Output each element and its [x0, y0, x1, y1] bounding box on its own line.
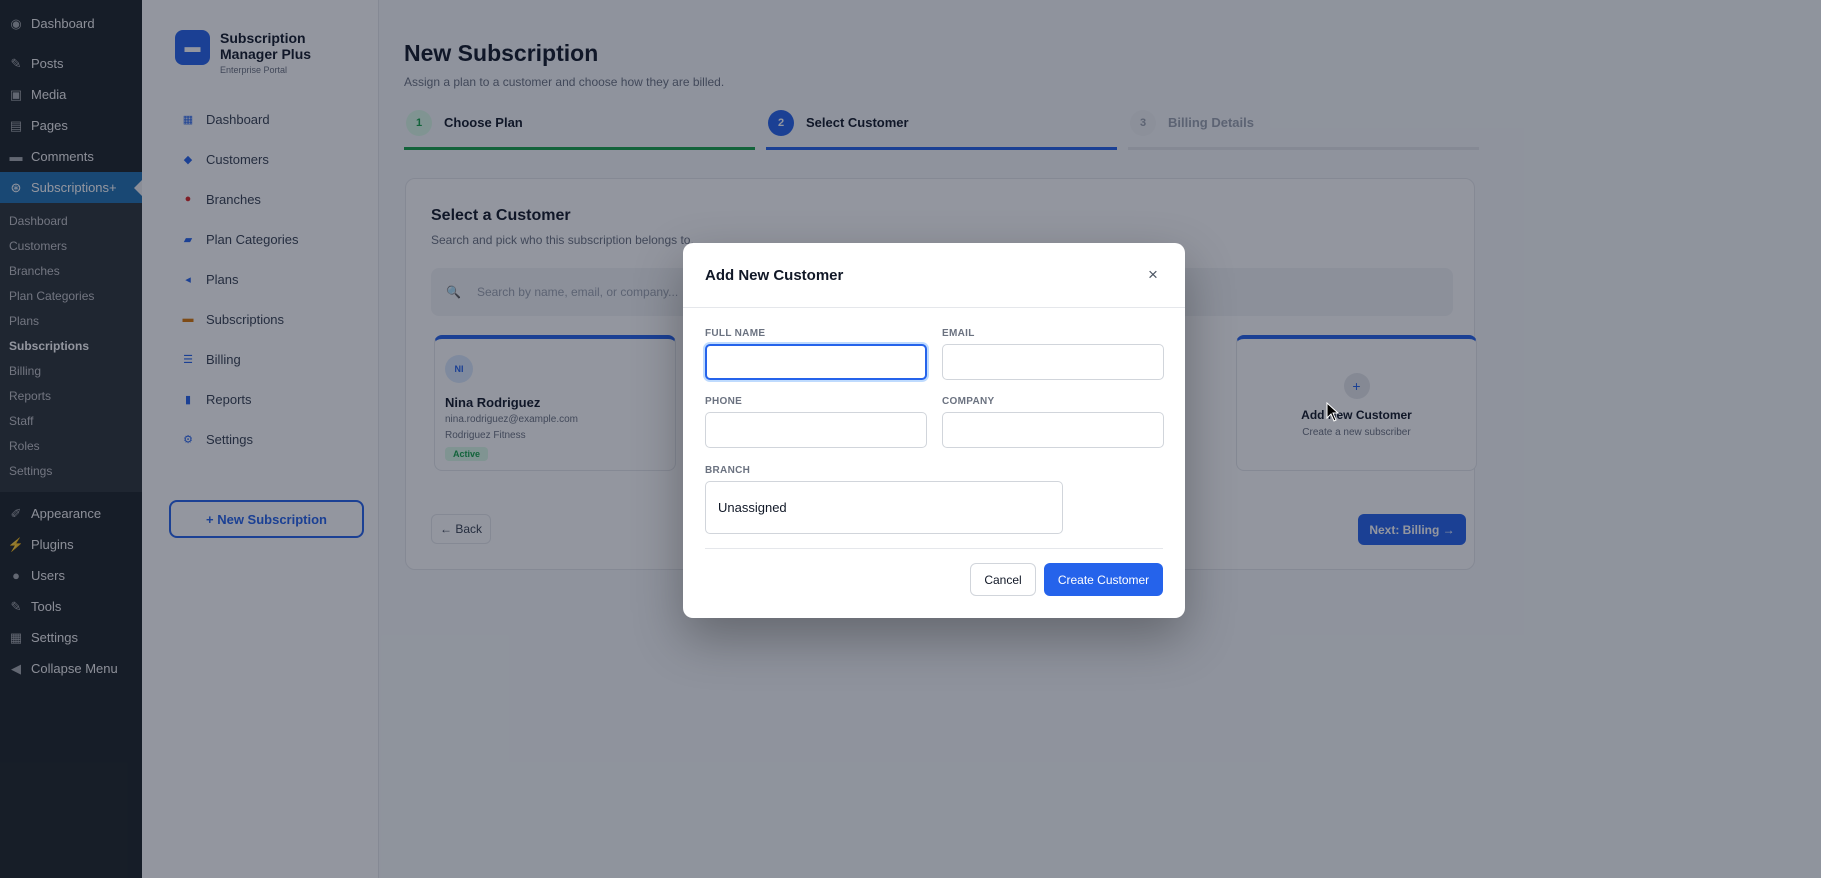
field-label: EMAIL	[942, 328, 975, 339]
email-input[interactable]	[942, 344, 1164, 380]
phone-input[interactable]	[705, 412, 927, 448]
close-icon[interactable]: ×	[1143, 265, 1163, 285]
create-customer-button[interactable]: Create Customer	[1044, 563, 1163, 596]
modal-title: Add New Customer	[705, 266, 844, 284]
branch-select[interactable]: Unassigned	[705, 481, 1063, 534]
full-name-field: FULL NAME	[705, 328, 927, 380]
full-name-input[interactable]	[705, 344, 927, 380]
cancel-button[interactable]: Cancel	[970, 563, 1036, 596]
field-label: BRANCH	[705, 465, 751, 476]
company-field: COMPANY	[942, 396, 1164, 448]
modal-footer: Cancel Create Customer	[970, 563, 1163, 596]
mouse-cursor-icon	[1326, 402, 1340, 422]
email-field: EMAIL	[942, 328, 1164, 380]
branch-field: BRANCH Unassigned	[705, 465, 1063, 534]
divider	[705, 548, 1163, 549]
company-input[interactable]	[942, 412, 1164, 448]
modal-header: Add New Customer ×	[683, 243, 1185, 308]
phone-field: PHONE	[705, 396, 927, 448]
field-label: PHONE	[705, 396, 743, 407]
add-customer-modal: Add New Customer × FULL NAME EMAIL PHONE…	[683, 243, 1185, 618]
field-label: FULL NAME	[705, 328, 766, 339]
field-label: COMPANY	[942, 396, 995, 407]
